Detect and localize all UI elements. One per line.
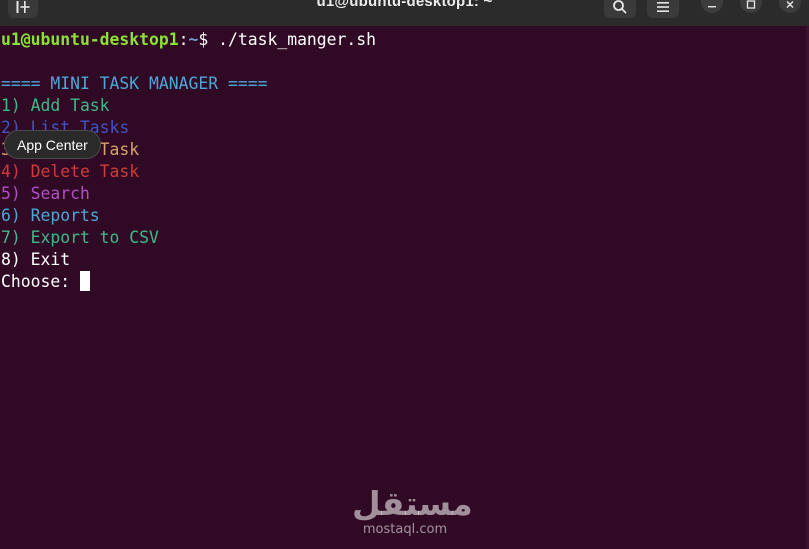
window-title: u1@ubuntu-desktop1: ~: [316, 0, 493, 10]
watermark-arabic: مستقل: [352, 484, 473, 523]
menu-item-exit: 8) Exit: [1, 250, 71, 269]
prompt-path: ~: [188, 30, 199, 49]
menu-item-add-task: 1) Add Task: [1, 96, 110, 115]
terminal-view[interactable]: u1@ubuntu-desktop1:~$ ./task_manger.sh =…: [0, 26, 809, 549]
hamburger-menu-icon: [657, 2, 669, 12]
maximize-icon: [746, 0, 756, 9]
menu-item-reports: 6) Reports: [1, 206, 100, 225]
window-titlebar: u1@ubuntu-desktop1: ~: [0, 0, 809, 26]
close-button[interactable]: [779, 0, 801, 13]
search-icon: [613, 0, 627, 14]
prompt-symbol: $: [198, 30, 219, 49]
watermark-latin: mostaql.com: [362, 522, 448, 537]
prompt-user-host: u1@ubuntu-desktop1: [1, 30, 179, 49]
choose-prompt: Choose:: [1, 272, 80, 291]
command-text: ./task_manger.sh: [218, 30, 377, 49]
app-center-tooltip: App Center: [4, 130, 101, 159]
terminal-cursor: [80, 271, 90, 291]
prompt-separator: :: [178, 30, 189, 49]
search-button[interactable]: [604, 0, 636, 18]
close-icon: [786, 1, 794, 8]
minimize-icon: [708, 6, 716, 8]
menu-item-export-csv: 7) Export to CSV: [1, 228, 159, 247]
maximize-button[interactable]: [740, 0, 762, 13]
watermark-logo: مستقل mostaql.com: [352, 484, 473, 538]
menu-button[interactable]: [647, 0, 679, 18]
menu-header: ==== MINI TASK MANAGER ====: [1, 74, 268, 93]
menu-item-search: 5) Search: [1, 184, 90, 203]
command-line: u1@ubuntu-desktop1:~$ ./task_manger.sh: [1, 29, 376, 51]
minimize-button[interactable]: [701, 0, 723, 13]
menu-item-delete-task: 4) Delete Task: [1, 162, 140, 181]
